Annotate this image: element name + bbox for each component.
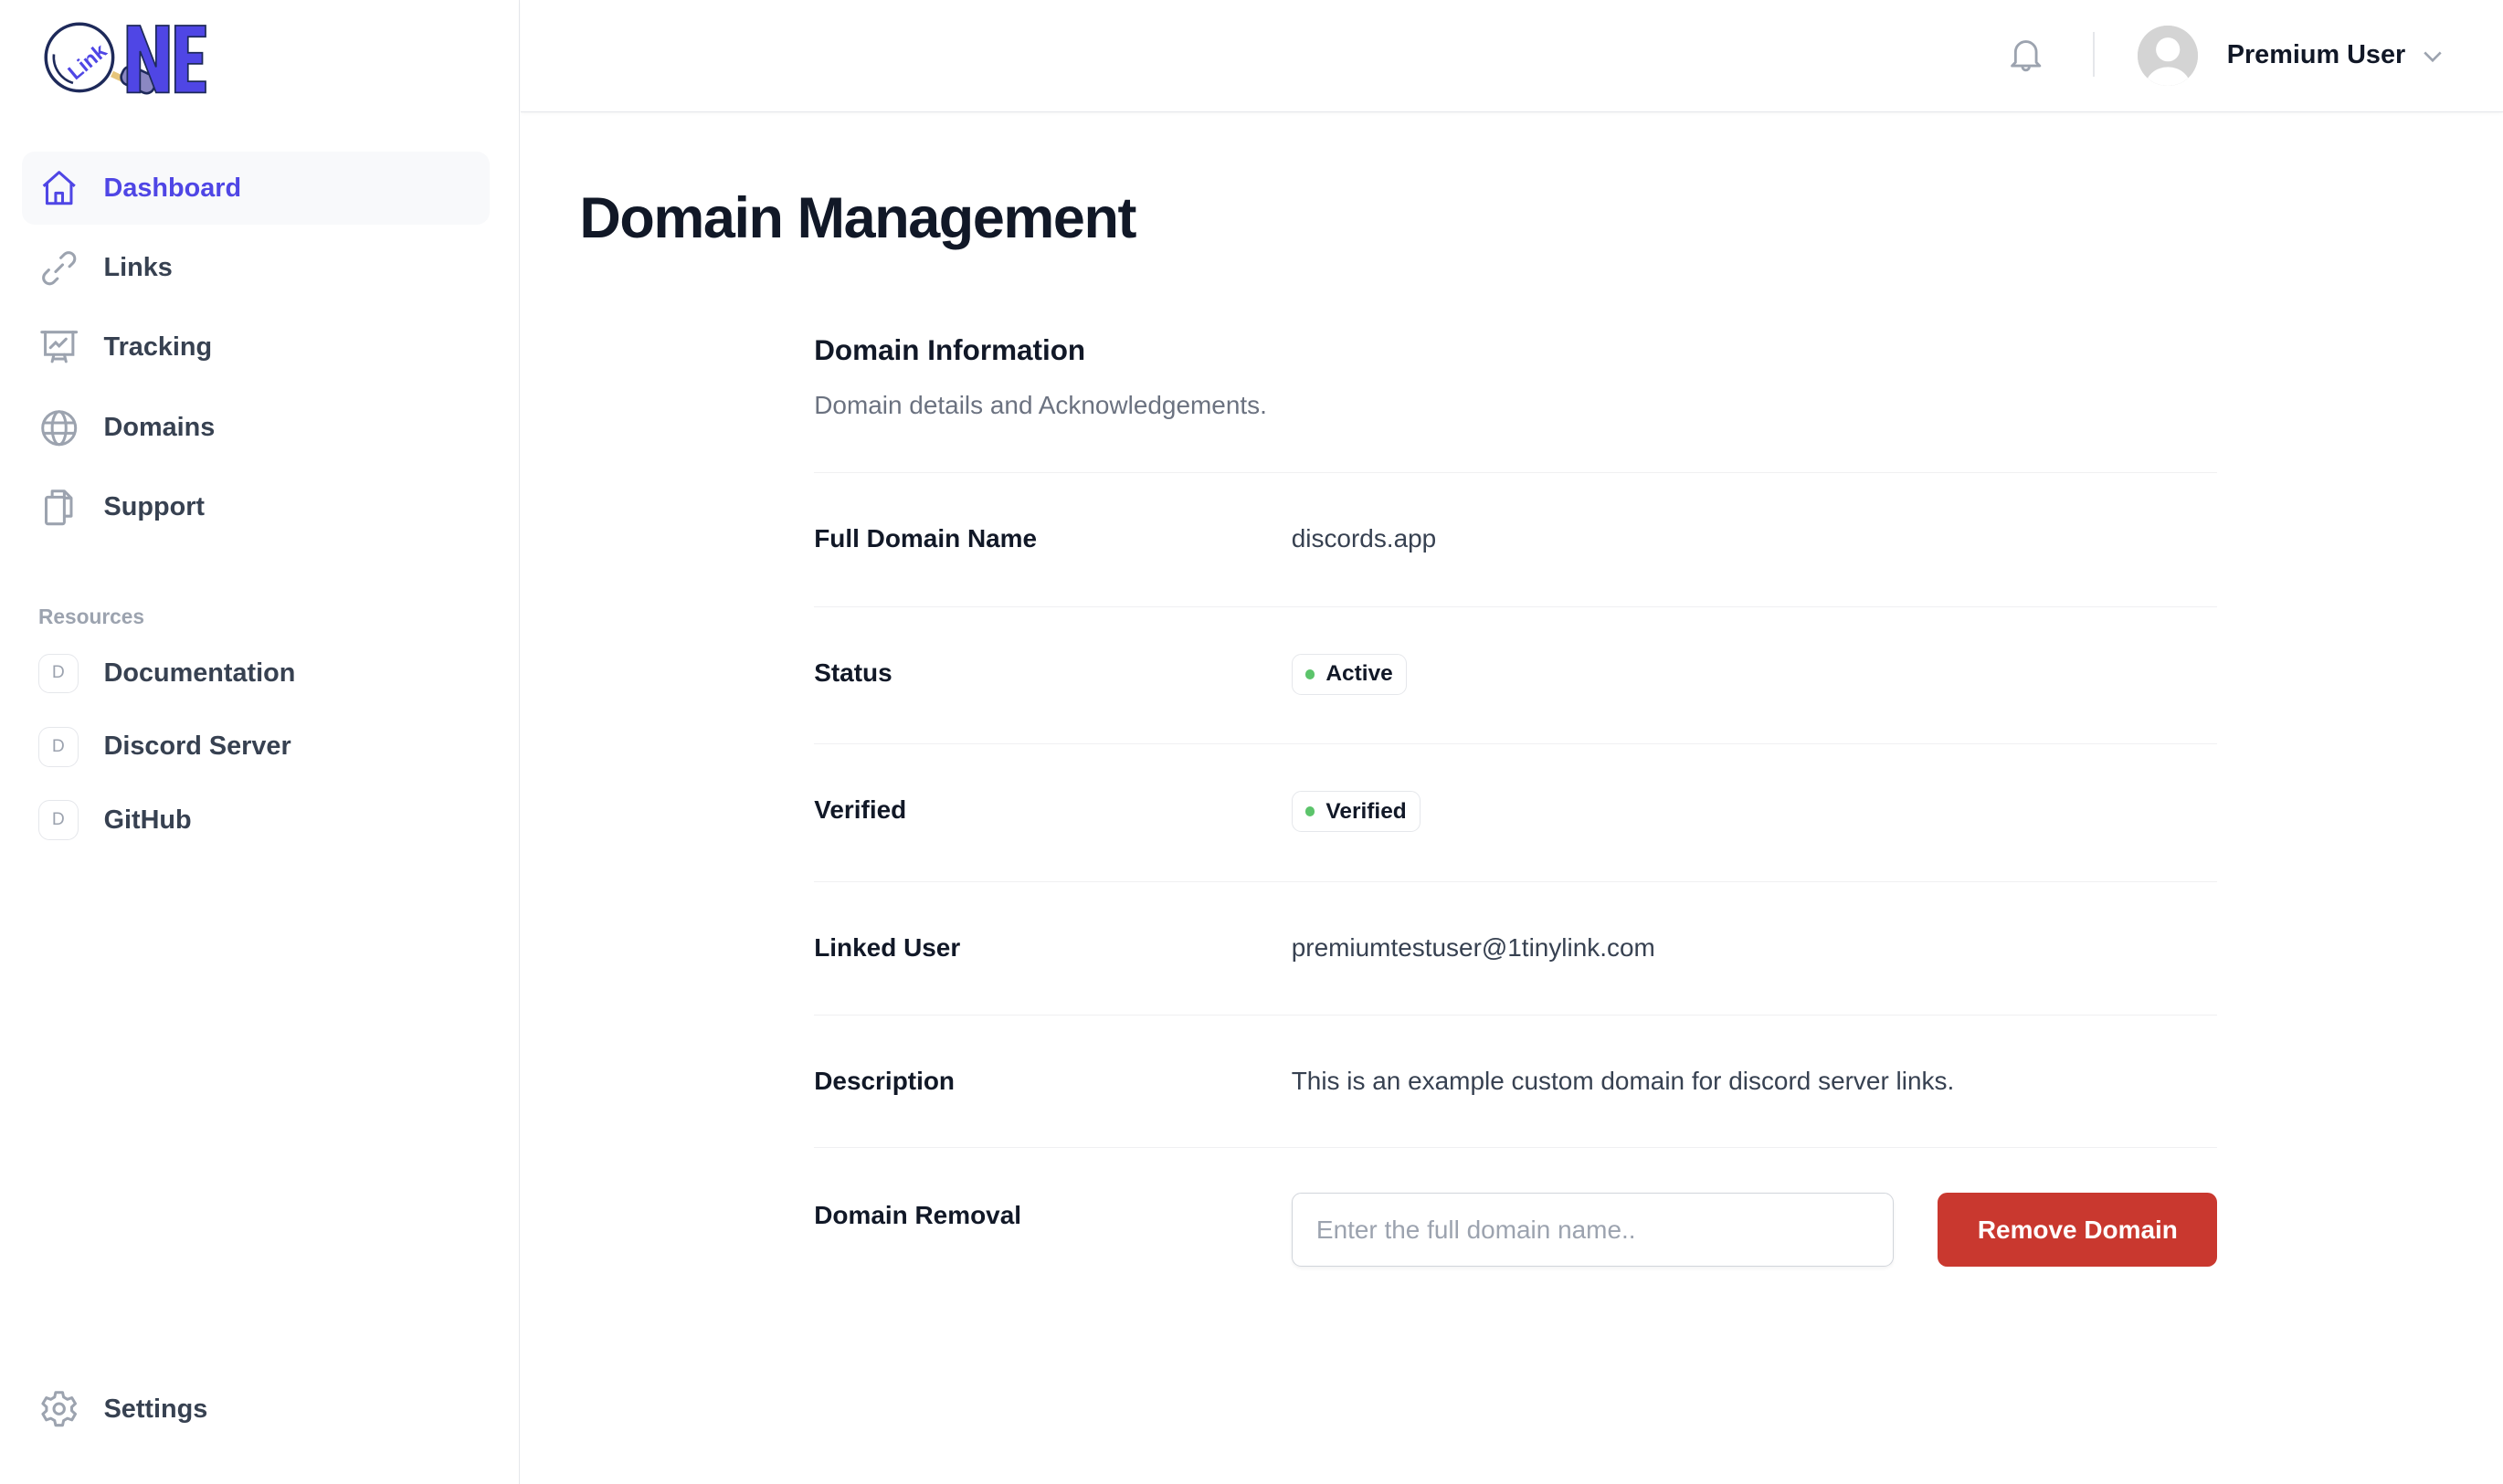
- domain-details-list: Full Domain Name discords.app Status Act…: [814, 472, 2218, 1308]
- sidebar-item-label: Dashboard: [103, 173, 242, 203]
- detail-label: Description: [814, 1067, 955, 1096]
- sidebar: Link Dashboard Links Tracking Domains Su…: [0, 0, 520, 1484]
- status-badge-text: Active: [1325, 661, 1393, 687]
- verified-dot: [1304, 806, 1315, 816]
- detail-row-full-domain: Full Domain Name discords.app: [814, 473, 2218, 608]
- chevron-down-icon[interactable]: [2420, 43, 2445, 68]
- resource-item-github[interactable]: D GitHub: [22, 786, 490, 853]
- resource-initial-badge: D: [37, 653, 79, 694]
- detail-label: Domain Removal: [814, 1201, 1022, 1230]
- verified-badge-text: Verified: [1325, 798, 1407, 824]
- resource-label: GitHub: [103, 805, 192, 835]
- resource-initial-badge: D: [37, 800, 79, 841]
- domain-information-card: Domain Information Domain details and Ac…: [814, 327, 2218, 1267]
- sidebar-item-dashboard[interactable]: Dashboard: [22, 152, 491, 226]
- detail-row-verified: Verified Verified: [814, 744, 2218, 882]
- sidebar-nav: Dashboard Links Tracking Domains Support: [22, 152, 491, 551]
- sidebar-item-settings[interactable]: Settings: [38, 1388, 207, 1429]
- link-icon: [38, 247, 79, 289]
- detail-row-description: Description This is an example custom do…: [814, 1016, 2218, 1149]
- resource-label: Discord Server: [103, 731, 291, 762]
- sidebar-item-tracking[interactable]: Tracking: [22, 311, 490, 384]
- sidebar-item-label: Links: [103, 253, 173, 283]
- status-badge: Active: [1291, 653, 1407, 696]
- resources-heading: Resources: [37, 605, 145, 629]
- domain-confirm-input[interactable]: [1291, 1193, 1894, 1267]
- sidebar-item-label: Support: [103, 492, 206, 522]
- sidebar-item-label: Domains: [103, 412, 216, 442]
- sidebar-item-domains[interactable]: Domains: [22, 391, 490, 464]
- gear-icon: [38, 1388, 79, 1429]
- presentation-chart-icon: [38, 327, 79, 368]
- detail-label: Linked User: [814, 932, 961, 962]
- status-dot: [1304, 669, 1315, 679]
- home-icon: [38, 167, 79, 208]
- resource-initial-badge: D: [37, 726, 79, 767]
- app-logo[interactable]: Link: [41, 19, 248, 99]
- logo-magnifier-icon: Link: [44, 22, 207, 95]
- detail-row-linked-user: Linked User premiumtestuser@1tinylink.co…: [814, 882, 2218, 1016]
- sidebar-item-support[interactable]: Support: [22, 470, 490, 543]
- bell-icon[interactable]: [2005, 35, 2046, 76]
- sidebar-item-links[interactable]: Links: [22, 231, 490, 304]
- remove-domain-button[interactable]: Remove Domain: [1938, 1193, 2218, 1267]
- sidebar-item-label: Tracking: [103, 332, 213, 363]
- resource-item-discord-server[interactable]: D Discord Server: [22, 713, 490, 780]
- description-value: This is an example custom domain for dis…: [1291, 1067, 1955, 1096]
- linked-user-value: premiumtestuser@1tinylink.com: [1291, 932, 1655, 962]
- verified-badge: Verified: [1291, 790, 1420, 833]
- top-header: Premium User: [520, 0, 2503, 113]
- avatar[interactable]: [2137, 25, 2199, 87]
- detail-label: Full Domain Name: [814, 524, 1038, 553]
- card-subtitle: Domain details and Acknowledgements.: [814, 391, 1267, 420]
- detail-label: Verified: [814, 795, 907, 825]
- user-silhouette-icon: [2137, 25, 2199, 87]
- full-domain-value: discords.app: [1291, 524, 1437, 553]
- card-title: Domain Information: [814, 334, 1086, 367]
- page-title: Domain Management: [579, 185, 1136, 250]
- header-divider: [2092, 31, 2095, 77]
- detail-row-status: Status Active: [814, 607, 2218, 745]
- documents-icon: [38, 487, 79, 528]
- detail-row-domain-removal: Domain Removal Remove Domain: [814, 1148, 2218, 1308]
- settings-label: Settings: [103, 1394, 208, 1424]
- globe-icon: [38, 407, 79, 448]
- detail-label: Status: [814, 658, 892, 687]
- resources-list: D Documentation D Discord Server D GitHu…: [22, 640, 490, 860]
- resource-item-documentation[interactable]: D Documentation: [22, 640, 490, 707]
- user-menu-name[interactable]: Premium User: [2227, 40, 2405, 70]
- resource-label: Documentation: [103, 658, 296, 688]
